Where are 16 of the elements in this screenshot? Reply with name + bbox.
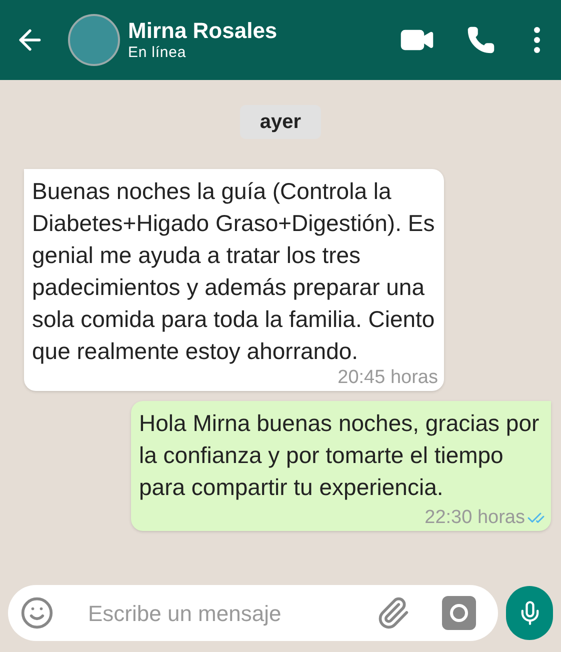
date-chip: ayer	[240, 105, 322, 139]
camera-icon[interactable]	[442, 596, 476, 630]
message-time: 22:30 horas	[424, 507, 525, 529]
emoji-icon[interactable]	[20, 596, 54, 630]
message-field[interactable]: Escribe un mensaje	[88, 596, 376, 630]
avatar[interactable]	[68, 14, 120, 66]
contact-name: Mirna Rosales	[128, 18, 278, 44]
message-text: Hola Mirna buenas noches, gracias por la confianza y por tomarte el tiempo para compartir tu experiencia.	[139, 409, 540, 502]
more-options-icon	[534, 27, 540, 53]
contact-status: En línea	[128, 44, 188, 62]
microphone-button[interactable]	[506, 586, 553, 640]
message-input[interactable]: Escribe un mensaje	[8, 585, 498, 641]
attach-icon[interactable]	[376, 596, 410, 630]
phone-icon	[466, 25, 496, 55]
message-text: Buenas noches la guía (Controla la Diabetes+Higado Graso+Digestión). Es genial me ayuda a tratar los tres padecimientos y además preparar una sola comida para toda la familia. Ciento que realmente estoy ahorrando.	[32, 177, 436, 366]
message-time: 20:45 horas	[338, 367, 438, 389]
